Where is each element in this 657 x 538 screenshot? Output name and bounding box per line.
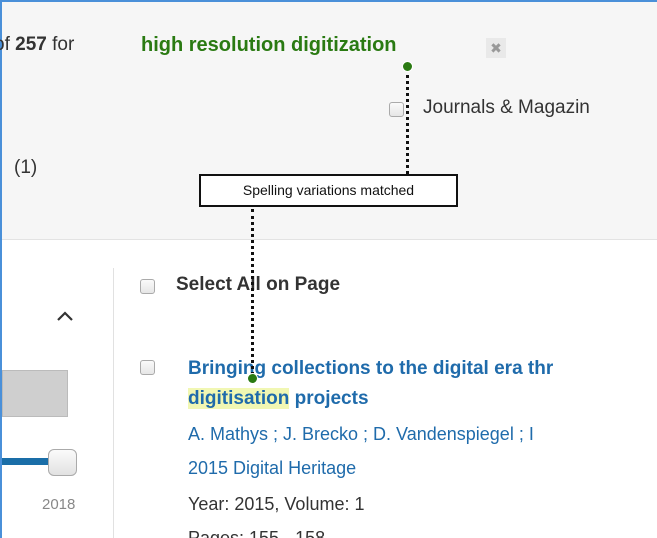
- filter-count: (1): [14, 157, 38, 178]
- search-results-page: of 257 for high resolution digitization …: [0, 0, 657, 538]
- journals-filter-label: Journals & Magazin: [423, 97, 590, 118]
- result-venue[interactable]: 2015 Digital Heritage: [188, 458, 356, 479]
- result-title-line1: Bringing collections to the digital era …: [188, 358, 554, 379]
- callout-connector-bottom: [251, 209, 254, 375]
- result-title-line2: projects: [289, 388, 369, 409]
- results-count: of 257 for: [0, 34, 75, 56]
- select-all-checkbox[interactable]: [140, 279, 155, 294]
- search-query: high resolution digitization: [141, 34, 397, 56]
- year-label: 2018: [42, 496, 76, 513]
- matched-term-highlight: digitisation: [188, 388, 290, 409]
- chevron-up-icon[interactable]: [56, 306, 74, 327]
- range-input-box[interactable]: [2, 370, 68, 417]
- journals-checkbox[interactable]: [389, 102, 404, 117]
- year-slider-track[interactable]: [2, 458, 54, 465]
- result-authors[interactable]: A. Mathys ; J. Brecko ; D. Vandenspiegel…: [188, 424, 534, 445]
- query-marker-dot: [402, 61, 413, 72]
- result-pages: Pages: 155 - 158: [188, 528, 326, 538]
- result-year-volume: Year: 2015, Volume: 1: [188, 494, 365, 514]
- results-prefix: of: [0, 34, 10, 55]
- result-title-link[interactable]: Bringing collections to the digital era …: [188, 354, 657, 414]
- callout-box: Spelling variations matched: [199, 174, 458, 207]
- highlight-marker-dot: [247, 373, 258, 384]
- close-icon[interactable]: ✖: [486, 38, 506, 58]
- results-for: for: [52, 34, 75, 55]
- year-slider-handle[interactable]: [48, 449, 77, 476]
- results-total: 257: [15, 34, 47, 55]
- result-checkbox[interactable]: [140, 360, 155, 375]
- select-all-label: Select All on Page: [176, 274, 341, 295]
- sidebar-separator: [113, 268, 114, 538]
- frame-border-top: [0, 0, 657, 2]
- panel-divider: [2, 239, 657, 240]
- callout-connector-top: [406, 68, 409, 174]
